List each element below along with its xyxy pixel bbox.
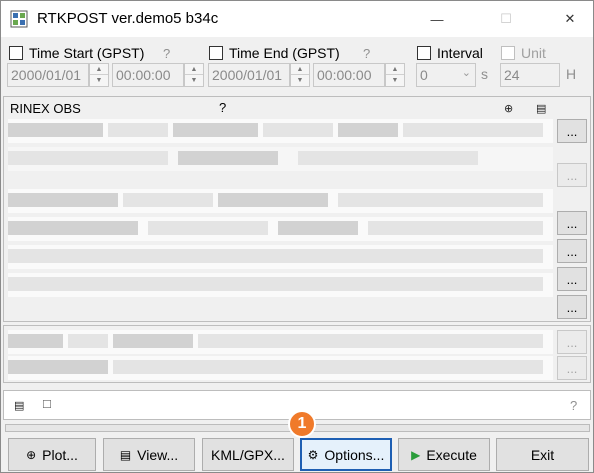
input-files-panel: RINEX OBS ? ⊕ ▤ ... ... ... ... ... ... xyxy=(3,96,591,322)
aux-file-2-field[interactable] xyxy=(8,273,553,297)
unit-suffix: H xyxy=(566,66,577,82)
interval-unit: s xyxy=(481,66,488,82)
base-obs-browse-button[interactable]: ... xyxy=(557,211,587,235)
time-end-time-spinner[interactable]: ▲ ▼ xyxy=(385,63,405,87)
rover-obs-browse-button[interactable]: ... xyxy=(557,119,587,143)
time-start-label: Time Start (GPST) xyxy=(29,45,145,61)
rover-obs-extra-field[interactable] xyxy=(8,147,553,171)
window-title: RTKPOST ver.demo5 b34c xyxy=(37,10,219,27)
rinex-help[interactable]: ? xyxy=(219,100,226,115)
output-panel: ... ... xyxy=(3,325,591,383)
interval-label: Interval xyxy=(437,45,483,61)
spin-up-icon[interactable]: ▲ xyxy=(386,64,404,75)
play-icon: ▶ xyxy=(411,447,421,462)
time-end-help[interactable]: ? xyxy=(363,46,370,61)
time-end-date-field[interactable]: 2000/01/01 xyxy=(208,63,290,87)
plot-label: Plot... xyxy=(42,446,78,463)
kml-gpx-button[interactable]: KML/GPX... xyxy=(202,438,294,471)
message-icon[interactable]: ▤ xyxy=(14,399,24,412)
options-button[interactable]: ⚙ Options... xyxy=(300,438,392,471)
map-icon[interactable]: ⊕ xyxy=(504,102,513,115)
view-button[interactable]: ▤ View... xyxy=(103,438,195,471)
time-settings-row: Time Start (GPST) ? 2000/01/01 ▲ ▼ 00:00… xyxy=(1,41,594,95)
time-start-date-field[interactable]: 2000/01/01 xyxy=(7,63,89,87)
time-end-date-spinner[interactable]: ▲ ▼ xyxy=(290,63,310,87)
time-end-label: Time End (GPST) xyxy=(229,45,340,61)
time-start-help[interactable]: ? xyxy=(163,46,170,61)
interval-checkbox[interactable] xyxy=(417,46,431,60)
rover-obs-file-field[interactable] xyxy=(8,119,553,143)
title-bar: RTKPOST ver.demo5 b34c — ☐ ✕ xyxy=(1,1,593,37)
spin-up-icon[interactable]: ▲ xyxy=(291,64,309,75)
time-start-date-spinner[interactable]: ▲ ▼ xyxy=(89,63,109,87)
spin-up-icon[interactable]: ▲ xyxy=(90,64,108,75)
plot-icon: ⊕ xyxy=(26,447,37,462)
output-file-browse-button[interactable]: ... xyxy=(557,356,587,380)
time-end-time-field[interactable]: 00:00:00 xyxy=(313,63,385,87)
plot-button[interactable]: ⊕ Plot... xyxy=(8,438,96,471)
aux-file-2-browse-button[interactable]: ... xyxy=(557,295,587,319)
execute-label: Execute xyxy=(426,446,477,463)
time-end-checkbox[interactable] xyxy=(209,46,223,60)
text-view-icon[interactable]: ▤ xyxy=(536,102,546,115)
exit-button[interactable]: Exit xyxy=(496,438,589,471)
aux-file-1-browse-button[interactable]: ... xyxy=(557,267,587,291)
close-button[interactable]: ✕ xyxy=(547,1,593,37)
time-start-time-spinner[interactable]: ▲ ▼ xyxy=(184,63,204,87)
time-start-checkbox[interactable] xyxy=(9,46,23,60)
rtkpost-window: RTKPOST ver.demo5 b34c — ☐ ✕ Time Start … xyxy=(0,0,594,473)
unit-field[interactable]: 24 xyxy=(500,63,560,87)
base-obs-file-field[interactable] xyxy=(8,189,553,213)
spin-down-icon[interactable]: ▼ xyxy=(386,75,404,86)
aux-file-1-field[interactable] xyxy=(8,245,553,269)
rtkpost-app-icon xyxy=(10,10,28,28)
spin-down-icon[interactable]: ▼ xyxy=(291,75,309,86)
interval-value: 0 xyxy=(420,67,428,83)
rinex-obs-label: RINEX OBS xyxy=(10,101,81,116)
view-icon: ▤ xyxy=(119,447,132,462)
window-icon[interactable]: ☐ xyxy=(42,398,52,411)
step-badge: 1 xyxy=(288,410,316,438)
gear-icon: ⚙ xyxy=(307,447,319,462)
options-label: Options... xyxy=(324,446,385,463)
unit-checkbox[interactable] xyxy=(501,46,515,60)
nav-browse-button[interactable]: ... xyxy=(557,239,587,263)
maximize-button[interactable]: ☐ xyxy=(483,1,529,37)
spin-up-icon[interactable]: ▲ xyxy=(185,64,203,75)
status-help[interactable]: ? xyxy=(570,398,577,413)
rover-obs-extra-browse-button[interactable]: ... xyxy=(557,163,587,187)
interval-select[interactable]: 0 ⌄ xyxy=(416,63,476,87)
unit-label: Unit xyxy=(521,45,546,61)
nav-file-field[interactable] xyxy=(8,217,553,241)
output-file-2-field[interactable] xyxy=(8,356,553,380)
chevron-down-icon: ⌄ xyxy=(461,67,471,79)
time-start-time-field[interactable]: 00:00:00 xyxy=(112,63,184,87)
exit-label: Exit xyxy=(530,446,555,463)
output-file-field[interactable] xyxy=(8,330,553,354)
output-dir-browse-button[interactable]: ... xyxy=(557,330,587,354)
spin-down-icon[interactable]: ▼ xyxy=(185,75,203,86)
kml-label: KML/GPX... xyxy=(211,446,285,463)
view-label: View... xyxy=(137,446,179,463)
minimize-button[interactable]: — xyxy=(414,1,460,37)
spin-down-icon[interactable]: ▼ xyxy=(90,75,108,86)
execute-button[interactable]: ▶ Execute xyxy=(398,438,490,471)
